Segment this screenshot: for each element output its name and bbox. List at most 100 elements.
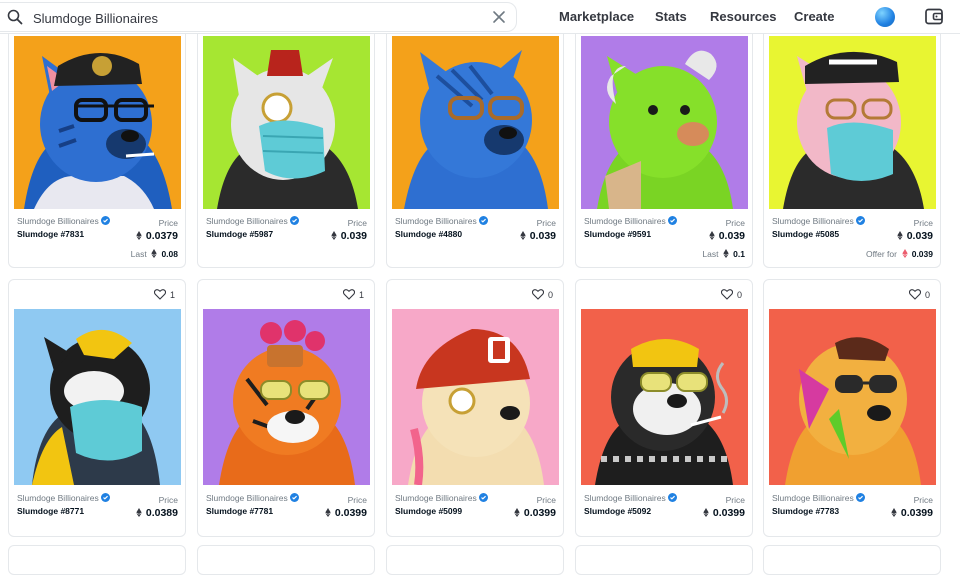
collection-name[interactable]: Slumdoge Billionaires	[17, 493, 110, 503]
nft-image	[581, 36, 748, 209]
price-amount: 0.039	[906, 230, 933, 242]
price-amount: 0.0399	[712, 507, 745, 519]
nft-card[interactable]: Slumdoge Billionaires Slumdoge #4880 Pri…	[386, 0, 564, 268]
collection-label: Slumdoge Billionaires	[206, 216, 288, 226]
favorite-count: 1	[358, 289, 364, 300]
heart-icon	[153, 289, 166, 300]
nft-card[interactable]: 1 Slumdoge Billionaires Slumdoge #8771 P…	[8, 279, 186, 537]
price-value: 0.039	[520, 230, 556, 242]
collection-name[interactable]: Slumdoge Billionaires	[206, 493, 299, 503]
nft-name: Slumdoge #9591	[584, 229, 652, 239]
nft-image	[203, 309, 370, 485]
avatar[interactable]	[875, 7, 895, 27]
collection-name[interactable]: Slumdoge Billionaires	[17, 216, 110, 226]
last-sale: Last 0.1	[702, 249, 745, 259]
heart-icon	[908, 289, 921, 300]
last-sale-value: 0.1	[733, 249, 745, 259]
nft-name: Slumdoge #7783	[772, 506, 840, 516]
last-sale: Last 0.08	[131, 249, 178, 259]
nav-stats[interactable]: Stats	[655, 9, 687, 24]
nft-image	[769, 309, 936, 485]
nft-card[interactable]: 0 Slumdoge Billionaires Slumdoge #5099 P…	[386, 279, 564, 537]
price-value: 0.0399	[703, 507, 745, 519]
price-amount: 0.0399	[523, 507, 556, 519]
price-value: 0.0399	[325, 507, 367, 519]
price-label: Price	[347, 495, 367, 505]
nft-card[interactable]: Slumdoge Billionaires Slumdoge #5085 Pri…	[763, 0, 941, 268]
eth-icon	[325, 508, 331, 517]
favorite-button[interactable]: 1	[153, 289, 175, 300]
price-value: 0.039	[709, 230, 745, 242]
collection-name[interactable]: Slumdoge Billionaires	[206, 216, 299, 226]
verified-icon	[855, 493, 865, 502]
price-value: 0.039	[897, 230, 933, 242]
collection-label: Slumdoge Billionaires	[772, 493, 854, 503]
price-amount: 0.039	[340, 230, 367, 242]
collection-name[interactable]: Slumdoge Billionaires	[772, 216, 865, 226]
eth-icon	[136, 231, 142, 240]
nft-card[interactable]: Slumdoge Billionaires Slumdoge #9591 Pri…	[575, 0, 753, 268]
collection-label: Slumdoge Billionaires	[584, 216, 666, 226]
collection-label: Slumdoge Billionaires	[772, 216, 854, 226]
price-amount: 0.0389	[145, 507, 178, 519]
nft-image	[203, 36, 370, 209]
heart-icon	[720, 289, 733, 300]
favorite-button[interactable]: 0	[531, 289, 553, 300]
nft-card[interactable]: Slumdoge Billionaires Slumdoge #7831 Pri…	[8, 0, 186, 268]
price-value: 0.0399	[514, 507, 556, 519]
heart-icon	[531, 289, 544, 300]
nft-name: Slumdoge #8771	[17, 506, 85, 516]
collection-name[interactable]: Slumdoge Billionaires	[772, 493, 865, 503]
collection-label: Slumdoge Billionaires	[17, 216, 99, 226]
price-label: Price	[725, 495, 745, 505]
nft-card[interactable]: 0 Slumdoge Billionaires Slumdoge #5092 P…	[575, 279, 753, 537]
eth-icon	[723, 249, 729, 258]
collection-name[interactable]: Slumdoge Billionaires	[584, 493, 677, 503]
wallet-icon[interactable]	[925, 8, 943, 25]
nft-card[interactable]: 0 Slumdoge Billionaires Slumdoge #7783 P…	[763, 279, 941, 537]
price-label: Price	[158, 218, 178, 228]
heart-icon	[342, 289, 355, 300]
best-offer-value: 0.039	[911, 249, 933, 259]
search-bar[interactable]	[0, 2, 517, 32]
collection-name[interactable]: Slumdoge Billionaires	[395, 493, 488, 503]
favorite-button[interactable]: 0	[720, 289, 742, 300]
search-input[interactable]	[33, 7, 473, 29]
eth-icon	[331, 231, 337, 240]
collection-name[interactable]: Slumdoge Billionaires	[584, 216, 677, 226]
favorite-button[interactable]: 1	[342, 289, 364, 300]
price-amount: 0.039	[718, 230, 745, 242]
nft-card[interactable]	[197, 545, 375, 575]
nft-card[interactable]: Slumdoge Billionaires Slumdoge #5987 Pri…	[197, 0, 375, 268]
favorite-count: 0	[924, 289, 930, 300]
price-amount: 0.039	[529, 230, 556, 242]
price-label: Price	[158, 495, 178, 505]
verified-icon	[667, 216, 677, 225]
price-value: 0.0379	[136, 230, 178, 242]
nav-marketplace[interactable]: Marketplace	[559, 9, 634, 24]
nav-create[interactable]: Create	[794, 9, 834, 24]
eth-icon	[514, 508, 520, 517]
verified-icon	[289, 493, 299, 502]
verified-icon	[855, 216, 865, 225]
favorite-count: 0	[736, 289, 742, 300]
nft-card[interactable]: 1 Slumdoge Billionaires Slumdoge #7781 P…	[197, 279, 375, 537]
nft-name: Slumdoge #5099	[395, 506, 463, 516]
nav-resources[interactable]: Resources	[710, 9, 776, 24]
price-amount: 0.0399	[334, 507, 367, 519]
price-value: 0.0399	[891, 507, 933, 519]
nft-card[interactable]	[763, 545, 941, 575]
verified-icon	[478, 216, 488, 225]
eth-icon	[891, 508, 897, 517]
best-offer-label: Offer for	[865, 249, 897, 259]
price-value: 0.039	[331, 230, 367, 242]
collection-name[interactable]: Slumdoge Billionaires	[395, 216, 488, 226]
price-label: Price	[347, 218, 367, 228]
nft-card[interactable]	[575, 545, 753, 575]
nft-image	[769, 36, 936, 209]
nft-card[interactable]	[8, 545, 186, 575]
collection-label: Slumdoge Billionaires	[206, 493, 288, 503]
favorite-button[interactable]: 0	[908, 289, 930, 300]
nft-card[interactable]	[386, 545, 564, 575]
close-icon[interactable]	[492, 10, 506, 24]
